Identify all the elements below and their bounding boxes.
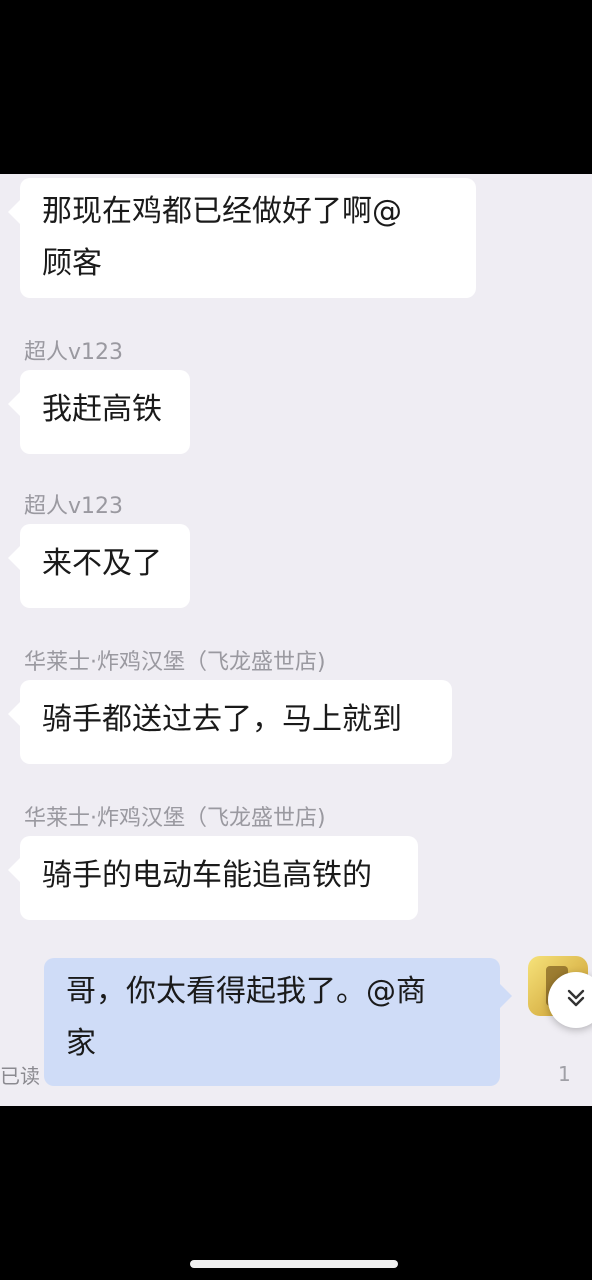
chat-area: 那现在鸡都已经做好了啊@ 顾客 超人v123 我赶高铁 超人v123 来不及了 … (0, 174, 592, 1106)
message-text-line: 哥，你太看得起我了。@商 (66, 974, 426, 1009)
home-indicator[interactable] (190, 1260, 398, 1268)
message-bubble[interactable]: 骑手都送过去了，马上就到 (8, 680, 452, 764)
sender-name: 超人v123 (24, 340, 124, 365)
message-text: 骑手都送过去了，马上就到 (42, 702, 402, 737)
message-bubble[interactable]: 骑手的电动车能追高铁的 (8, 836, 418, 920)
message-bubble[interactable]: 我赶高铁 (8, 370, 190, 454)
sender-name: 超人v123 (24, 494, 124, 519)
message-text-line: 顾客 (42, 246, 102, 281)
own-message-bubble[interactable]: 哥，你太看得起我了。@商 家 (44, 958, 512, 1086)
message-text-line: 家 (66, 1026, 96, 1061)
message-text: 骑手的电动车能追高铁的 (42, 858, 372, 893)
sender-name: 华莱士·炸鸡汉堡（飞龙盛世店) (24, 806, 326, 831)
message-text-line: 那现在鸡都已经做好了啊@ (42, 194, 402, 229)
scroll-to-bottom-button[interactable] (548, 972, 592, 1028)
message-bubble[interactable]: 那现在鸡都已经做好了啊@ 顾客 (8, 178, 476, 298)
read-status: 已读 (0, 1064, 40, 1088)
sender-name: 华莱士·炸鸡汉堡（飞龙盛世店) (24, 650, 326, 675)
message-text: 来不及了 (42, 546, 162, 581)
unread-count: 1 (558, 1062, 571, 1086)
message-text: 我赶高铁 (42, 392, 162, 427)
chevron-double-down-icon (565, 987, 587, 1014)
message-bubble[interactable]: 来不及了 (8, 524, 190, 608)
